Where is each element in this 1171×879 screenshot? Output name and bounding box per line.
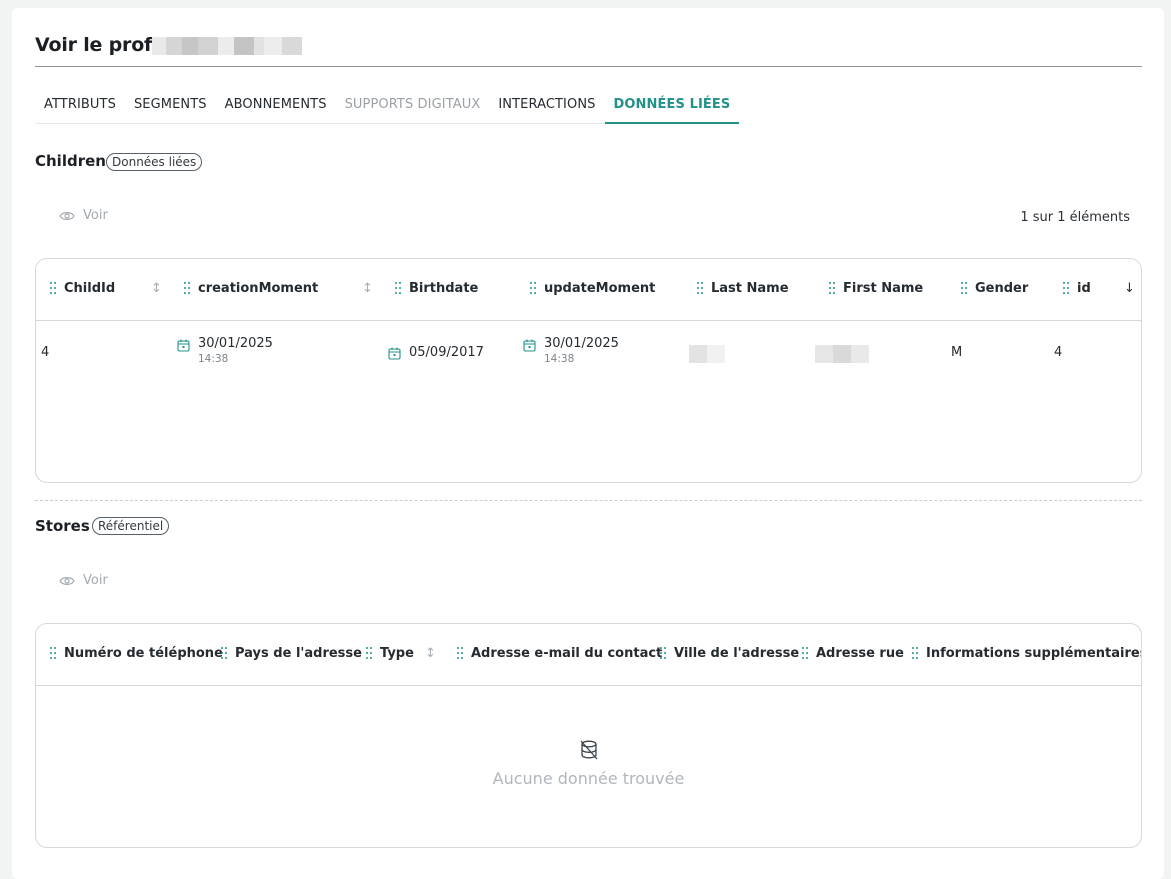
tab-attributs[interactable]: ATTRIBUTS <box>35 94 125 124</box>
stores-table: Numéro de téléphone Pays de l'adresse Ty… <box>35 623 1142 848</box>
column-header-creationmoment[interactable]: creationMoment <box>184 281 318 296</box>
column-header-adresse-rue[interactable]: Adresse rue <box>802 646 904 661</box>
drag-handle-icon[interactable] <box>961 282 967 295</box>
calendar-icon <box>177 339 190 352</box>
drag-handle-icon[interactable] <box>1063 282 1069 295</box>
children-badge: Données liées <box>106 153 203 171</box>
update-time: 14:38 <box>544 353 575 365</box>
children-section-title: Children <box>35 152 106 170</box>
column-header-type[interactable]: Type <box>366 646 414 661</box>
children-count: 1 sur 1 éléments <box>1020 210 1130 225</box>
voir-label: Voir <box>83 573 108 588</box>
drag-handle-icon[interactable] <box>366 647 372 660</box>
sort-icon[interactable]: ↕ <box>425 646 436 661</box>
cell-gender: M <box>951 345 963 360</box>
database-off-icon <box>580 740 597 760</box>
column-header-pays-adresse[interactable]: Pays de l'adresse <box>221 646 362 661</box>
drag-handle-icon[interactable] <box>395 282 401 295</box>
cell-birthdate: 05/09/2017 <box>388 345 484 360</box>
column-label: Adresse rue <box>816 646 904 661</box>
stores-voir-button[interactable]: Voir <box>59 573 108 588</box>
column-label: First Name <box>843 281 924 296</box>
drag-handle-icon[interactable] <box>660 647 666 660</box>
column-header-numero-telephone[interactable]: Numéro de téléphone <box>50 646 223 661</box>
drag-handle-icon[interactable] <box>50 647 56 660</box>
drag-handle-icon[interactable] <box>829 282 835 295</box>
stores-table-header: Numéro de téléphone Pays de l'adresse Ty… <box>36 624 1141 686</box>
tab-segments[interactable]: SEGMENTS <box>125 94 216 124</box>
column-label: Informations supplémentaires sur <box>926 646 1142 661</box>
column-label: Adresse e-mail du contact <box>471 646 663 661</box>
column-label: updateMoment <box>544 281 656 296</box>
birthdate-value: 05/09/2017 <box>409 345 484 360</box>
cell-first-name-redacted <box>815 345 869 363</box>
column-header-last-name[interactable]: Last Name <box>697 281 789 296</box>
tab-bar: ATTRIBUTS SEGMENTS ABONNEMENTS SUPPORTS … <box>35 94 740 124</box>
children-table-header: ChildId ↕ creationMoment ↕ Birthdate upd… <box>36 259 1141 321</box>
drag-handle-icon[interactable] <box>184 282 190 295</box>
creation-time: 14:38 <box>198 353 229 365</box>
column-label: id <box>1077 281 1091 296</box>
column-label: Gender <box>975 281 1029 296</box>
drag-handle-icon[interactable] <box>912 647 918 660</box>
drag-handle-icon[interactable] <box>697 282 703 295</box>
sort-icon[interactable]: ↕ <box>151 281 162 296</box>
column-label: Pays de l'adresse <box>235 646 362 661</box>
column-header-updatemoment[interactable]: updateMoment <box>530 281 655 296</box>
profile-card: Voir le profil ATTRIBUTS SEGMENTS ABONNE… <box>12 8 1164 879</box>
cell-id: 4 <box>1054 345 1063 360</box>
title-divider <box>35 66 1142 67</box>
drag-handle-icon[interactable] <box>50 282 56 295</box>
drag-handle-icon[interactable] <box>802 647 808 660</box>
sort-desc-icon[interactable]: ↓ <box>1124 281 1135 296</box>
column-header-adresse-email[interactable]: Adresse e-mail du contact <box>457 646 662 661</box>
column-label: Type <box>380 646 414 661</box>
eye-icon <box>59 211 75 220</box>
cell-updatemoment: 30/01/2025 14:38 <box>523 336 619 365</box>
column-label: Ville de l'adresse <box>674 646 800 661</box>
children-voir-button[interactable]: Voir <box>59 208 108 223</box>
column-label: Numéro de téléphone <box>64 646 223 661</box>
cell-childid: 4 <box>41 345 50 360</box>
sort-icon[interactable]: ↕ <box>362 281 373 296</box>
empty-state-text: Aucune donnée trouvée <box>492 769 685 788</box>
cell-creationmoment: 30/01/2025 14:38 <box>177 336 273 365</box>
stores-badge: Référentiel <box>92 517 170 535</box>
column-label: Last Name <box>711 281 789 296</box>
column-label: Birthdate <box>409 281 479 296</box>
column-label: ChildId <box>64 281 116 296</box>
drag-handle-icon[interactable] <box>221 647 227 660</box>
column-header-gender[interactable]: Gender <box>961 281 1028 296</box>
column-label: creationMoment <box>198 281 319 296</box>
redacted-profile-name <box>152 37 302 55</box>
tab-supports-digitaux: SUPPORTS DIGITAUX <box>344 97 481 112</box>
cell-last-name-redacted <box>689 345 725 363</box>
column-header-id[interactable]: id <box>1063 281 1091 296</box>
tab-abonnements[interactable]: ABONNEMENTS <box>216 94 336 124</box>
column-header-first-name[interactable]: First Name <box>829 281 923 296</box>
section-divider <box>35 500 1142 501</box>
empty-state: Aucune donnée trouvée <box>36 739 1141 788</box>
voir-label: Voir <box>83 208 108 223</box>
column-header-informations-supplementaires[interactable]: Informations supplémentaires sur <box>912 646 1142 661</box>
drag-handle-icon[interactable] <box>530 282 536 295</box>
page-title: Voir le profil <box>35 34 165 56</box>
tab-donnees-liees[interactable]: DONNÉES LIÉES <box>604 94 740 124</box>
children-table: ChildId ↕ creationMoment ↕ Birthdate upd… <box>35 258 1142 483</box>
update-date: 30/01/2025 <box>544 336 619 351</box>
tab-interactions[interactable]: INTERACTIONS <box>489 94 604 124</box>
column-header-birthdate[interactable]: Birthdate <box>395 281 478 296</box>
calendar-icon <box>388 347 401 360</box>
column-header-childid[interactable]: ChildId <box>50 281 115 296</box>
column-header-ville-adresse[interactable]: Ville de l'adresse <box>660 646 799 661</box>
calendar-icon <box>523 339 536 352</box>
drag-handle-icon[interactable] <box>457 647 463 660</box>
creation-date: 30/01/2025 <box>198 336 273 351</box>
eye-icon <box>59 576 75 585</box>
stores-section-title: Stores <box>35 517 90 535</box>
